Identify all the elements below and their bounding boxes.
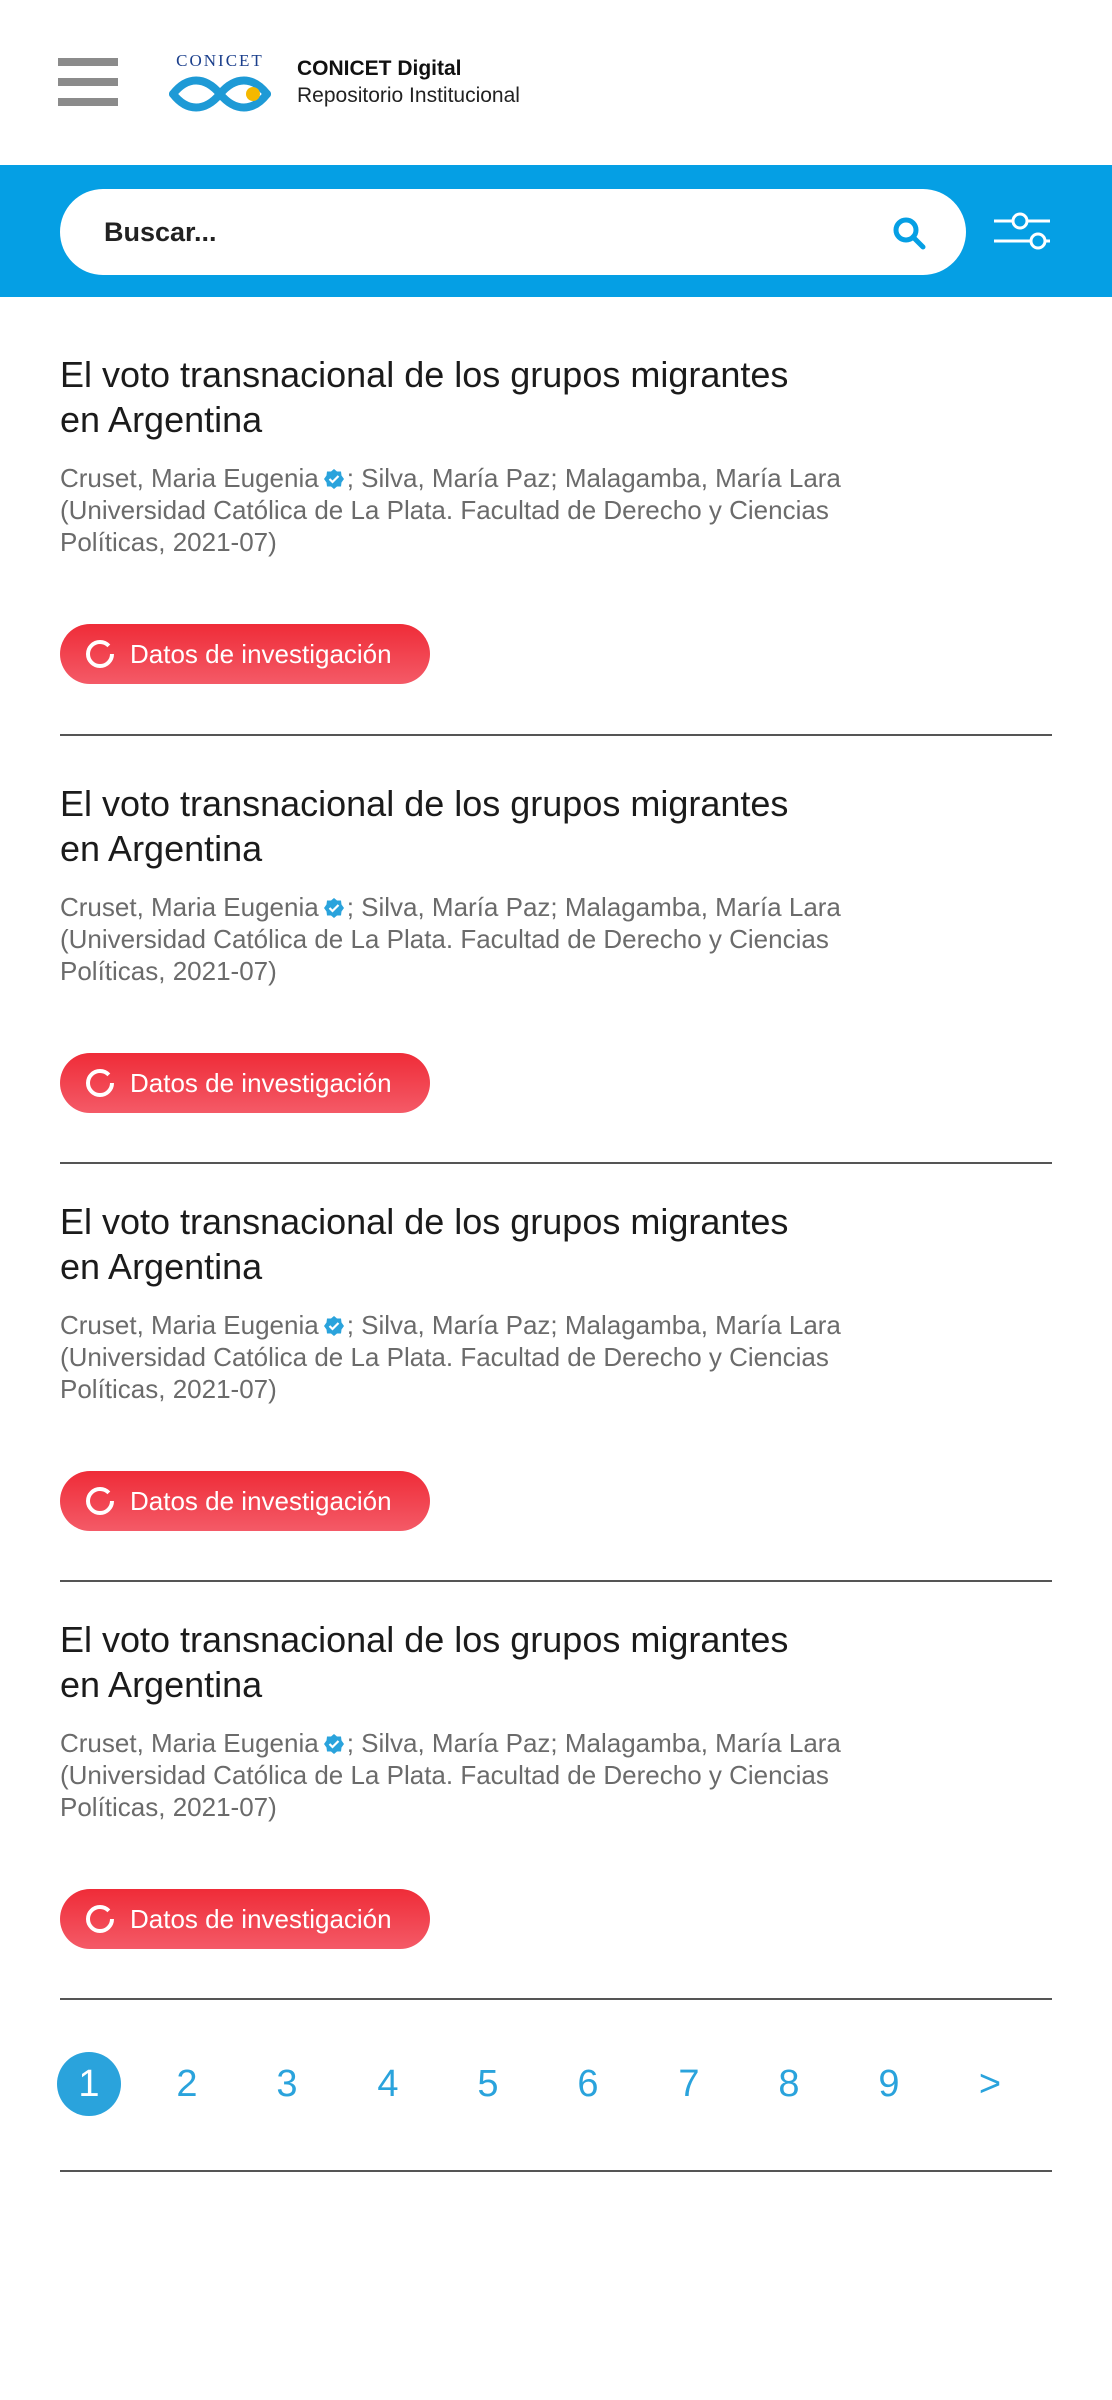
research-data-badge[interactable]: Datos de investigación bbox=[60, 1889, 430, 1949]
page-button-9[interactable]: 9 bbox=[857, 2052, 921, 2116]
badge-label: Datos de investigación bbox=[130, 1904, 392, 1934]
author-name[interactable]: Cruset, Maria Eugenia bbox=[60, 1728, 319, 1758]
brand-block: CONICET Digital Repositorio Instituciona… bbox=[297, 56, 520, 110]
result-item: El voto transnacional de los grupos migr… bbox=[60, 781, 1052, 1113]
result-source: (Universidad Católica de La Plata. Facul… bbox=[60, 495, 829, 557]
conicet-logo: CONICET bbox=[169, 51, 271, 112]
hamburger-menu-icon[interactable] bbox=[58, 58, 118, 108]
author-name[interactable]: Cruset, Maria Eugenia bbox=[60, 463, 319, 493]
research-data-badge[interactable]: Datos de investigación bbox=[60, 1053, 430, 1113]
verified-icon bbox=[323, 469, 344, 489]
verified-icon bbox=[323, 1734, 344, 1754]
result-title-line: El voto transnacional de los grupos migr… bbox=[60, 354, 789, 395]
badge-label: Datos de investigación bbox=[130, 1068, 392, 1098]
search-icon[interactable] bbox=[892, 216, 926, 250]
page-button-7[interactable]: 7 bbox=[657, 2052, 721, 2116]
brand-title: CONICET Digital bbox=[297, 57, 462, 80]
result-title-line: en Argentina bbox=[60, 1664, 263, 1705]
verified-icon bbox=[323, 1316, 344, 1336]
authors-rest: ; Silva, María Paz; Malagamba, María Lar… bbox=[346, 463, 841, 493]
result-title[interactable]: El voto transnacional de los grupos migr… bbox=[60, 781, 880, 871]
authors-rest: ; Silva, María Paz; Malagamba, María Lar… bbox=[346, 1728, 841, 1758]
result-title[interactable]: El voto transnacional de los grupos migr… bbox=[60, 352, 880, 442]
page-button-2[interactable]: 2 bbox=[155, 2052, 219, 2116]
divider bbox=[60, 1580, 1052, 1582]
result-meta: Cruset, Maria Eugenia ; Silva, María Paz;… bbox=[60, 1727, 880, 1823]
result-item: El voto transnacional de los grupos migr… bbox=[60, 1617, 1052, 1949]
page-button-8[interactable]: 8 bbox=[757, 2052, 821, 2116]
result-title-line: en Argentina bbox=[60, 828, 263, 869]
result-title[interactable]: El voto transnacional de los grupos migr… bbox=[60, 1617, 880, 1707]
page-button-4[interactable]: 4 bbox=[356, 2052, 420, 2116]
result-title-line: El voto transnacional de los grupos migr… bbox=[60, 1201, 789, 1242]
result-title-line: El voto transnacional de los grupos migr… bbox=[60, 783, 789, 824]
pagination: 1 2 3 4 5 6 7 8 9 > bbox=[55, 2052, 1055, 2118]
result-source: (Universidad Católica de La Plata. Facul… bbox=[60, 924, 829, 986]
next-page-button[interactable]: > bbox=[958, 2052, 1022, 2116]
authors-rest: ; Silva, María Paz; Malagamba, María Lar… bbox=[346, 1310, 841, 1340]
result-source: (Universidad Católica de La Plata. Facul… bbox=[60, 1342, 829, 1404]
badge-label: Datos de investigación bbox=[130, 1486, 392, 1516]
logo-text: CONICET bbox=[176, 51, 264, 70]
divider bbox=[60, 1162, 1052, 1164]
authors-rest: ; Silva, María Paz; Malagamba, María Lar… bbox=[346, 892, 841, 922]
result-meta: Cruset, Maria Eugenia ; Silva, María Paz;… bbox=[60, 891, 880, 987]
divider bbox=[60, 1998, 1052, 2000]
result-item: El voto transnacional de los grupos migr… bbox=[60, 1199, 1052, 1531]
search-bar-area bbox=[0, 165, 1112, 297]
research-data-badge[interactable]: Datos de investigación bbox=[60, 1471, 430, 1531]
search-input[interactable] bbox=[104, 189, 884, 275]
circle-spinner-icon bbox=[86, 1905, 114, 1933]
badge-label: Datos de investigación bbox=[130, 639, 392, 669]
circle-spinner-icon bbox=[86, 1069, 114, 1097]
author-name[interactable]: Cruset, Maria Eugenia bbox=[60, 1310, 319, 1340]
filter-sliders-icon[interactable] bbox=[992, 211, 1052, 251]
circle-spinner-icon bbox=[86, 640, 114, 668]
result-title-line: en Argentina bbox=[60, 1246, 263, 1287]
page-button-5[interactable]: 5 bbox=[456, 2052, 520, 2116]
result-meta: Cruset, Maria Eugenia ; Silva, María Paz;… bbox=[60, 1309, 880, 1405]
author-name[interactable]: Cruset, Maria Eugenia bbox=[60, 892, 319, 922]
result-title-line: El voto transnacional de los grupos migr… bbox=[60, 1619, 789, 1660]
search-box bbox=[60, 189, 966, 275]
brand-subtitle: Repositorio Institucional bbox=[297, 84, 520, 107]
research-data-badge[interactable]: Datos de investigación bbox=[60, 624, 430, 684]
divider bbox=[60, 2170, 1052, 2172]
result-title[interactable]: El voto transnacional de los grupos migr… bbox=[60, 1199, 880, 1289]
page-button-6[interactable]: 6 bbox=[556, 2052, 620, 2116]
page-button-1[interactable]: 1 bbox=[57, 2052, 121, 2116]
app-header: CONICET CONICET Digital Repositorio Inst… bbox=[0, 0, 1112, 165]
divider bbox=[60, 734, 1052, 736]
page-button-3[interactable]: 3 bbox=[255, 2052, 319, 2116]
result-meta: Cruset, Maria Eugenia ; Silva, María Paz;… bbox=[60, 462, 880, 558]
result-title-line: en Argentina bbox=[60, 399, 263, 440]
result-source: (Universidad Católica de La Plata. Facul… bbox=[60, 1760, 829, 1822]
result-item: El voto transnacional de los grupos migr… bbox=[60, 352, 1052, 684]
verified-icon bbox=[323, 898, 344, 918]
circle-spinner-icon bbox=[86, 1487, 114, 1515]
